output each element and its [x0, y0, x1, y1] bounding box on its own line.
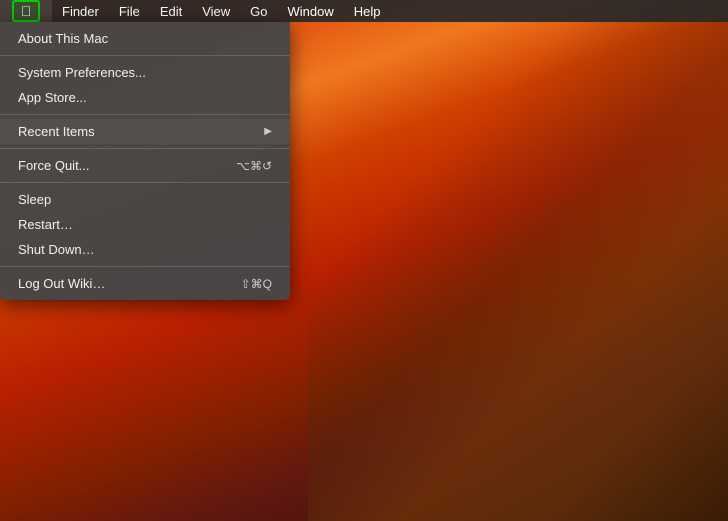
menu-bar-go[interactable]: Go: [240, 0, 277, 22]
menu-item-app-store[interactable]: App Store...: [0, 85, 290, 110]
apple-icon-wrapper: : [12, 0, 40, 22]
menu-separator-4: [0, 182, 290, 183]
menu-item-system-preferences[interactable]: System Preferences...: [0, 60, 290, 85]
menu-separator-5: [0, 266, 290, 267]
menu-item-sleep[interactable]: Sleep: [0, 187, 290, 212]
apple-dropdown-menu: About This Mac System Preferences... App…: [0, 22, 290, 300]
menu-separator-3: [0, 148, 290, 149]
menu-item-recent-items[interactable]: Recent Items ▶: [0, 119, 290, 144]
menu-bar-edit[interactable]: Edit: [150, 0, 192, 22]
menu-separator-2: [0, 114, 290, 115]
menu-bar-window[interactable]: Window: [278, 0, 344, 22]
menu-item-shutdown[interactable]: Shut Down…: [0, 237, 290, 262]
menu-bar-file[interactable]: File: [109, 0, 150, 22]
menu-bar-help[interactable]: Help: [344, 0, 391, 22]
submenu-arrow-icon: ▶: [264, 126, 272, 137]
apple-menu-button[interactable]: : [0, 0, 52, 22]
menu-separator-1: [0, 55, 290, 56]
apple-icon: : [21, 4, 32, 18]
menu-item-about[interactable]: About This Mac: [0, 26, 290, 51]
menu-item-restart[interactable]: Restart…: [0, 212, 290, 237]
menu-bar-view[interactable]: View: [192, 0, 240, 22]
menu-bar:  Finder File Edit View Go Window Help: [0, 0, 728, 22]
rock-overlay: [308, 0, 728, 521]
menu-bar-finder[interactable]: Finder: [52, 0, 109, 22]
menu-item-force-quit[interactable]: Force Quit... ⌥⌘↺: [0, 153, 290, 178]
menu-item-logout[interactable]: Log Out Wiki… ⇧⌘Q: [0, 271, 290, 296]
